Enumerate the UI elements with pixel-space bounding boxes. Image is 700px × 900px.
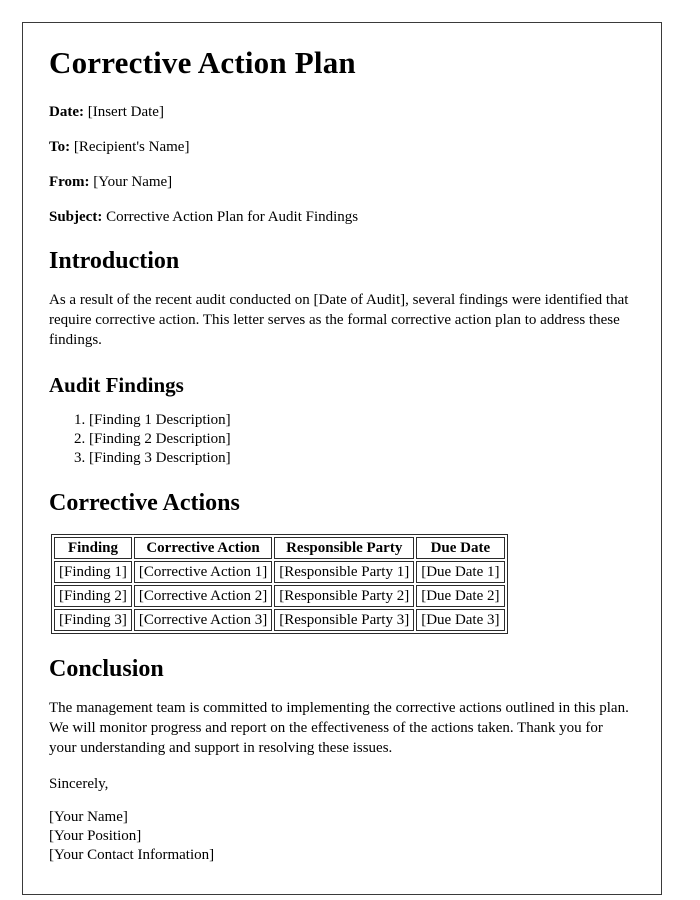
table-header-row: Finding Corrective Action Responsible Pa…	[54, 536, 505, 559]
table-cell-finding: [Finding 2]	[54, 584, 132, 607]
signature-contact: [Your Contact Information]	[49, 846, 215, 863]
table-body: [Finding 1] [Corrective Action 1] [Respo…	[54, 560, 505, 631]
signature-name: [Your Name]	[49, 809, 128, 826]
metadata-from-value: [Your Name]	[93, 173, 173, 190]
table-cell-finding: [Finding 3]	[54, 608, 132, 631]
corrective-actions-table: Finding Corrective Action Responsible Pa…	[51, 533, 508, 634]
conclusion-heading: Conclusion	[49, 655, 164, 682]
table-row: [Finding 3] [Corrective Action 3] [Respo…	[54, 608, 505, 631]
corrective-actions-heading: Corrective Actions	[49, 489, 240, 516]
table-cell-due-date: [Due Date 3]	[416, 608, 505, 631]
document-body: Corrective Action Plan Date: [Insert Dat…	[49, 45, 629, 864]
metadata-date: Date: [Insert Date]	[49, 103, 629, 121]
metadata-date-label: Date:	[49, 103, 84, 120]
signature-position: [Your Position]	[49, 827, 142, 844]
conclusion-paragraph: The management team is committed to impl…	[49, 700, 629, 756]
page-title: Corrective Action Plan	[49, 45, 356, 80]
column-header-responsible-party: Responsible Party	[274, 536, 415, 559]
letter-metadata-block: Date: [Insert Date] To: [Recipient's Nam…	[49, 103, 629, 226]
table-cell-responsible-party: [Responsible Party 1]	[274, 560, 415, 583]
table-cell-corrective-action: [Corrective Action 1]	[133, 560, 273, 583]
document-page-frame: Corrective Action Plan Date: [Insert Dat…	[22, 22, 662, 895]
signature-block: [Your Name] [Your Position] [Your Contac…	[49, 808, 629, 864]
column-header-corrective-action: Corrective Action	[133, 536, 273, 559]
table-cell-responsible-party: [Responsible Party 2]	[274, 584, 415, 607]
metadata-from: From: [Your Name]	[49, 173, 629, 191]
audit-findings-heading: Audit Findings	[49, 372, 184, 397]
metadata-subject: Subject: Corrective Action Plan for Audi…	[49, 208, 629, 226]
column-header-due-date: Due Date	[416, 536, 505, 559]
metadata-date-value: [Insert Date]	[87, 103, 164, 120]
metadata-to: To: [Recipient's Name]	[49, 138, 629, 156]
list-item: [Finding 3 Description]	[89, 449, 629, 468]
table-cell-responsible-party: [Responsible Party 3]	[274, 608, 415, 631]
table-cell-finding: [Finding 1]	[54, 560, 132, 583]
audit-findings-list: [Finding 1 Description] [Finding 2 Descr…	[49, 411, 629, 468]
introduction-paragraph: As a result of the recent audit conducte…	[49, 292, 629, 348]
table-cell-corrective-action: [Corrective Action 2]	[133, 584, 273, 607]
table-cell-corrective-action: [Corrective Action 3]	[133, 608, 273, 631]
table-row: [Finding 1] [Corrective Action 1] [Respo…	[54, 560, 505, 583]
column-header-finding: Finding	[54, 536, 132, 559]
sign-off-text: Sincerely,	[49, 775, 109, 792]
list-item: [Finding 1 Description]	[89, 411, 629, 430]
metadata-subject-label: Subject:	[49, 208, 103, 225]
metadata-from-label: From:	[49, 173, 90, 190]
table-cell-due-date: [Due Date 1]	[416, 560, 505, 583]
table-header: Finding Corrective Action Responsible Pa…	[54, 536, 505, 559]
table-row: [Finding 2] [Corrective Action 2] [Respo…	[54, 584, 505, 607]
metadata-to-label: To:	[49, 138, 71, 155]
metadata-subject-value: Corrective Action Plan for Audit Finding…	[106, 208, 359, 225]
metadata-to-value: [Recipient's Name]	[73, 138, 190, 155]
table-cell-due-date: [Due Date 2]	[416, 584, 505, 607]
introduction-heading: Introduction	[49, 247, 180, 274]
list-item: [Finding 2 Description]	[89, 430, 629, 449]
